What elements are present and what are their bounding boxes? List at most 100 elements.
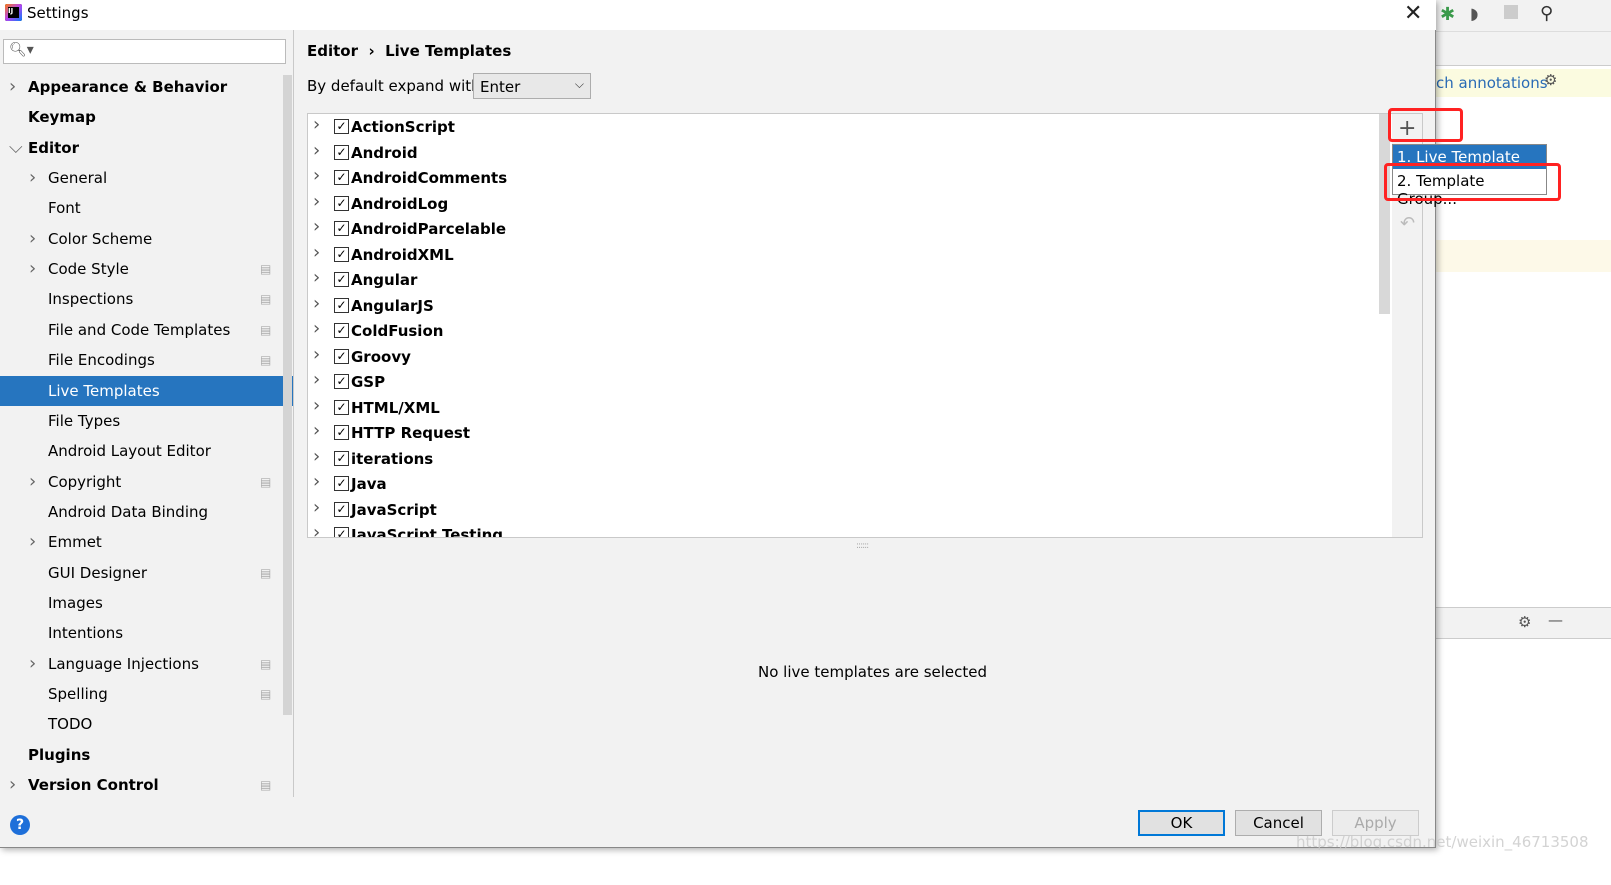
template-group-row[interactable]: › ✓ ActionScript <box>308 114 1378 140</box>
template-group-row[interactable]: › ✓ AngularJS <box>308 293 1378 319</box>
sidebar-item[interactable]: File and Code Templates ▤ <box>0 315 282 345</box>
checkbox[interactable]: ✓ <box>334 476 349 491</box>
sidebar-item[interactable]: Live Templates <box>0 375 293 406</box>
sidebar-item[interactable]: › Color Scheme <box>0 224 282 254</box>
chevron-right-icon[interactable]: › <box>313 114 320 135</box>
sidebar-item[interactable]: Spelling ▤ <box>0 679 282 709</box>
checkbox[interactable]: ✓ <box>334 450 349 466</box>
sidebar-item[interactable]: › Emmet <box>0 527 282 557</box>
chevron-right-icon[interactable]: › <box>29 649 36 679</box>
sidebar-item[interactable]: File Types <box>0 406 282 436</box>
sidebar-item[interactable]: Intentions <box>0 618 282 648</box>
annotations-banner[interactable]: ch annotations ⚙ <box>1436 69 1611 97</box>
sidebar-item[interactable]: Inspections ▤ <box>0 284 282 314</box>
checkbox[interactable]: ✓ <box>334 272 349 287</box>
checkbox[interactable]: ✓ <box>334 221 349 236</box>
search-input[interactable]: 🔍︎▾ <box>3 39 286 64</box>
stop-icon[interactable] <box>1504 5 1518 19</box>
chevron-right-icon[interactable]: › <box>313 420 320 441</box>
sidebar-item[interactable]: › Appearance & Behavior <box>0 72 282 102</box>
sidebar-scrollbar[interactable] <box>283 75 292 715</box>
chevron-right-icon[interactable]: › <box>313 267 320 288</box>
sidebar-item[interactable]: › Copyright ▤ <box>0 467 282 497</box>
sidebar-item[interactable]: GUI Designer ▤ <box>0 558 282 588</box>
chevron-right-icon[interactable]: › <box>313 140 320 161</box>
annotations-link[interactable]: ch annotations <box>1436 74 1548 92</box>
chevron-right-icon[interactable]: › <box>313 497 320 518</box>
chevron-right-icon[interactable]: › <box>9 72 16 102</box>
splitter-handle[interactable]: :::::: <box>856 541 869 551</box>
search-icon[interactable]: ⚲ <box>1540 3 1553 24</box>
template-group-row[interactable]: › ✓ HTML/XML <box>308 395 1378 421</box>
template-group-row[interactable]: › ✓ Android <box>308 140 1378 166</box>
chevron-right-icon[interactable]: › <box>29 224 36 254</box>
template-group-row[interactable]: › ✓ JavaScript Testing <box>308 522 1378 537</box>
checkbox[interactable]: ✓ <box>334 527 349 537</box>
gear-icon[interactable]: ⚙ <box>1544 71 1557 89</box>
chevron-right-icon[interactable]: › <box>313 216 320 237</box>
ok-button[interactable]: OK <box>1138 810 1225 836</box>
checkbox[interactable]: ✓ <box>334 170 349 185</box>
template-group-row[interactable]: › ✓ AndroidXML <box>308 242 1378 268</box>
sidebar-item[interactable]: Plugins <box>0 740 282 770</box>
chevron-right-icon[interactable]: › <box>313 318 320 339</box>
sidebar-item[interactable]: Android Data Binding <box>0 497 282 527</box>
templates-scrollbar[interactable] <box>1379 114 1390 314</box>
checkbox[interactable]: ✓ <box>334 323 349 338</box>
chevron-right-icon[interactable]: › <box>313 293 320 314</box>
template-group-row[interactable]: › ✓ AndroidLog <box>308 191 1378 217</box>
template-group-row[interactable]: › ✓ JavaScript <box>308 497 1378 523</box>
chevron-right-icon[interactable]: › <box>313 165 320 186</box>
chevron-right-icon[interactable]: › <box>9 770 16 800</box>
sidebar-item[interactable]: Font <box>0 193 282 223</box>
template-group-row[interactable]: › ✓ AndroidParcelable <box>308 216 1378 242</box>
template-group-row[interactable]: › ✓ GSP <box>308 369 1378 395</box>
close-icon[interactable]: ✕ <box>1404 1 1422 26</box>
sidebar-item[interactable]: Keymap <box>0 102 282 132</box>
template-group-row[interactable]: › ✓ HTTP Request <box>308 420 1378 446</box>
sidebar-item[interactable]: File Encodings ▤ <box>0 345 282 375</box>
chevron-right-icon[interactable]: › <box>313 446 320 467</box>
minimize-icon[interactable]: — <box>1548 611 1563 629</box>
template-group-row[interactable]: › ✓ ColdFusion <box>308 318 1378 344</box>
chevron-right-icon[interactable]: › <box>29 163 36 193</box>
help-icon[interactable]: ? <box>10 815 30 835</box>
checkbox[interactable]: ✓ <box>334 144 349 160</box>
chevron-down-icon[interactable]: ⌵ <box>9 133 23 163</box>
sidebar-item[interactable]: ⌵ Editor <box>0 133 282 163</box>
checkbox[interactable]: ✓ <box>334 297 349 313</box>
sidebar-item[interactable]: › General <box>0 163 282 193</box>
expand-select[interactable]: Enter ⌵ <box>473 73 591 99</box>
chevron-right-icon[interactable]: › <box>29 467 36 497</box>
chevron-right-icon[interactable]: › <box>313 522 320 537</box>
debug-icon[interactable]: ✱ <box>1440 4 1455 25</box>
checkbox[interactable]: ✓ <box>334 374 349 389</box>
checkbox[interactable]: ✓ <box>334 246 349 262</box>
checkbox[interactable]: ✓ <box>334 348 349 364</box>
sidebar-item[interactable]: Images <box>0 588 282 618</box>
sidebar-item[interactable]: › Version Control ▤ <box>0 770 282 800</box>
chevron-right-icon[interactable]: › <box>29 254 36 284</box>
chevron-right-icon[interactable]: › <box>313 191 320 212</box>
sidebar-item[interactable]: TODO <box>0 709 282 739</box>
sidebar-item[interactable]: › Code Style ▤ <box>0 254 282 284</box>
checkbox[interactable]: ✓ <box>334 501 349 517</box>
checkbox[interactable]: ✓ <box>334 399 349 415</box>
chevron-right-icon[interactable]: › <box>313 471 320 492</box>
chevron-right-icon[interactable]: › <box>313 344 320 365</box>
breadcrumb-parent[interactable]: Editor <box>307 42 358 60</box>
sidebar-item[interactable]: › Language Injections ▤ <box>0 649 282 679</box>
template-group-row[interactable]: › ✓ Java <box>308 471 1378 497</box>
gear-icon[interactable]: ⚙ <box>1518 613 1531 631</box>
checkbox[interactable]: ✓ <box>334 425 349 440</box>
template-group-row[interactable]: › ✓ Angular <box>308 267 1378 293</box>
checkbox[interactable]: ✓ <box>334 119 349 134</box>
checkbox[interactable]: ✓ <box>334 195 349 211</box>
template-group-row[interactable]: › ✓ iterations <box>308 446 1378 472</box>
restore-icon[interactable]: ↶ <box>1400 213 1415 234</box>
sidebar-item[interactable]: Android Layout Editor <box>0 436 282 466</box>
template-group-row[interactable]: › ✓ Groovy <box>308 344 1378 370</box>
chevron-right-icon[interactable]: › <box>29 527 36 557</box>
coverage-icon[interactable]: ◗ <box>1470 4 1478 23</box>
chevron-right-icon[interactable]: › <box>313 395 320 416</box>
